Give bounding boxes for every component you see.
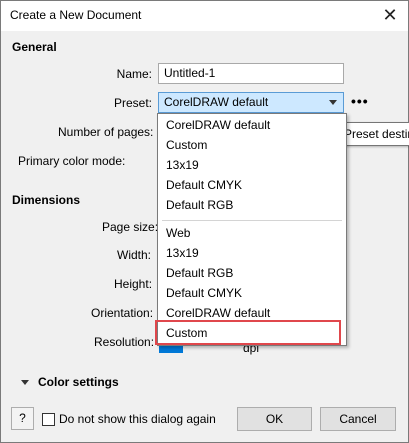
create-document-dialog: Create a New Document ✕ General Name: Un…	[0, 0, 409, 443]
section-general-title: General	[12, 40, 57, 54]
dont-show-label: Do not show this dialog again	[59, 412, 216, 426]
custom-option-highlight	[155, 320, 341, 345]
name-label: Name:	[116, 67, 152, 81]
width-label: Width:	[117, 248, 152, 262]
number-of-pages-label: Number of pages:	[58, 125, 154, 139]
title-bar: Create a New Document ✕	[1, 1, 408, 31]
resolution-field-selection[interactable]	[159, 345, 183, 353]
color-settings-expander[interactable]: Color settings	[21, 375, 119, 389]
preset-option-custom[interactable]: Custom	[158, 136, 346, 156]
dialog-title: Create a New Document	[10, 8, 142, 22]
cancel-button[interactable]: Cancel	[320, 407, 396, 431]
preset-tooltip: Preset destin	[338, 122, 409, 146]
orientation-label: Orientation:	[91, 306, 154, 320]
ok-button[interactable]: OK	[237, 407, 312, 431]
preset-option-default-cmyk-web[interactable]: Default CMYK	[158, 284, 346, 304]
help-button[interactable]: ?	[11, 407, 34, 430]
dont-show-checkbox[interactable]	[42, 413, 55, 426]
name-field[interactable]: Untitled-1	[158, 63, 344, 84]
preset-option-default-cmyk[interactable]: Default CMYK	[158, 176, 346, 196]
close-icon[interactable]: ✕	[378, 4, 402, 26]
preset-select-value: CorelDRAW default	[164, 95, 269, 109]
color-settings-label: Color settings	[38, 375, 119, 389]
dropdown-separator	[162, 220, 342, 221]
page-size-label: Page size:	[102, 220, 159, 234]
chevron-down-icon	[21, 380, 29, 386]
preset-option-default-rgb-web[interactable]: Default RGB	[158, 264, 346, 284]
preset-option-coreldraw-default[interactable]: CorelDRAW default	[158, 116, 346, 136]
chevron-down-icon	[329, 100, 337, 105]
preset-option-13x19[interactable]: 13x19	[158, 156, 346, 176]
preset-dropdown-list: CorelDRAW default Custom 13x19 Default C…	[157, 113, 347, 346]
primary-color-mode-label: Primary color mode:	[18, 154, 126, 168]
preset-option-default-rgb[interactable]: Default RGB	[158, 196, 346, 216]
preset-label: Preset:	[113, 96, 152, 110]
preset-select[interactable]: CorelDRAW default	[158, 92, 344, 113]
height-label: Height:	[114, 277, 153, 291]
preset-option-web[interactable]: Web	[158, 224, 346, 244]
resolution-label: Resolution:	[94, 335, 155, 349]
preset-option-13x19-web[interactable]: 13x19	[158, 244, 346, 264]
more-options-icon[interactable]: •••	[351, 93, 369, 109]
section-dimensions-title: Dimensions	[12, 193, 81, 207]
